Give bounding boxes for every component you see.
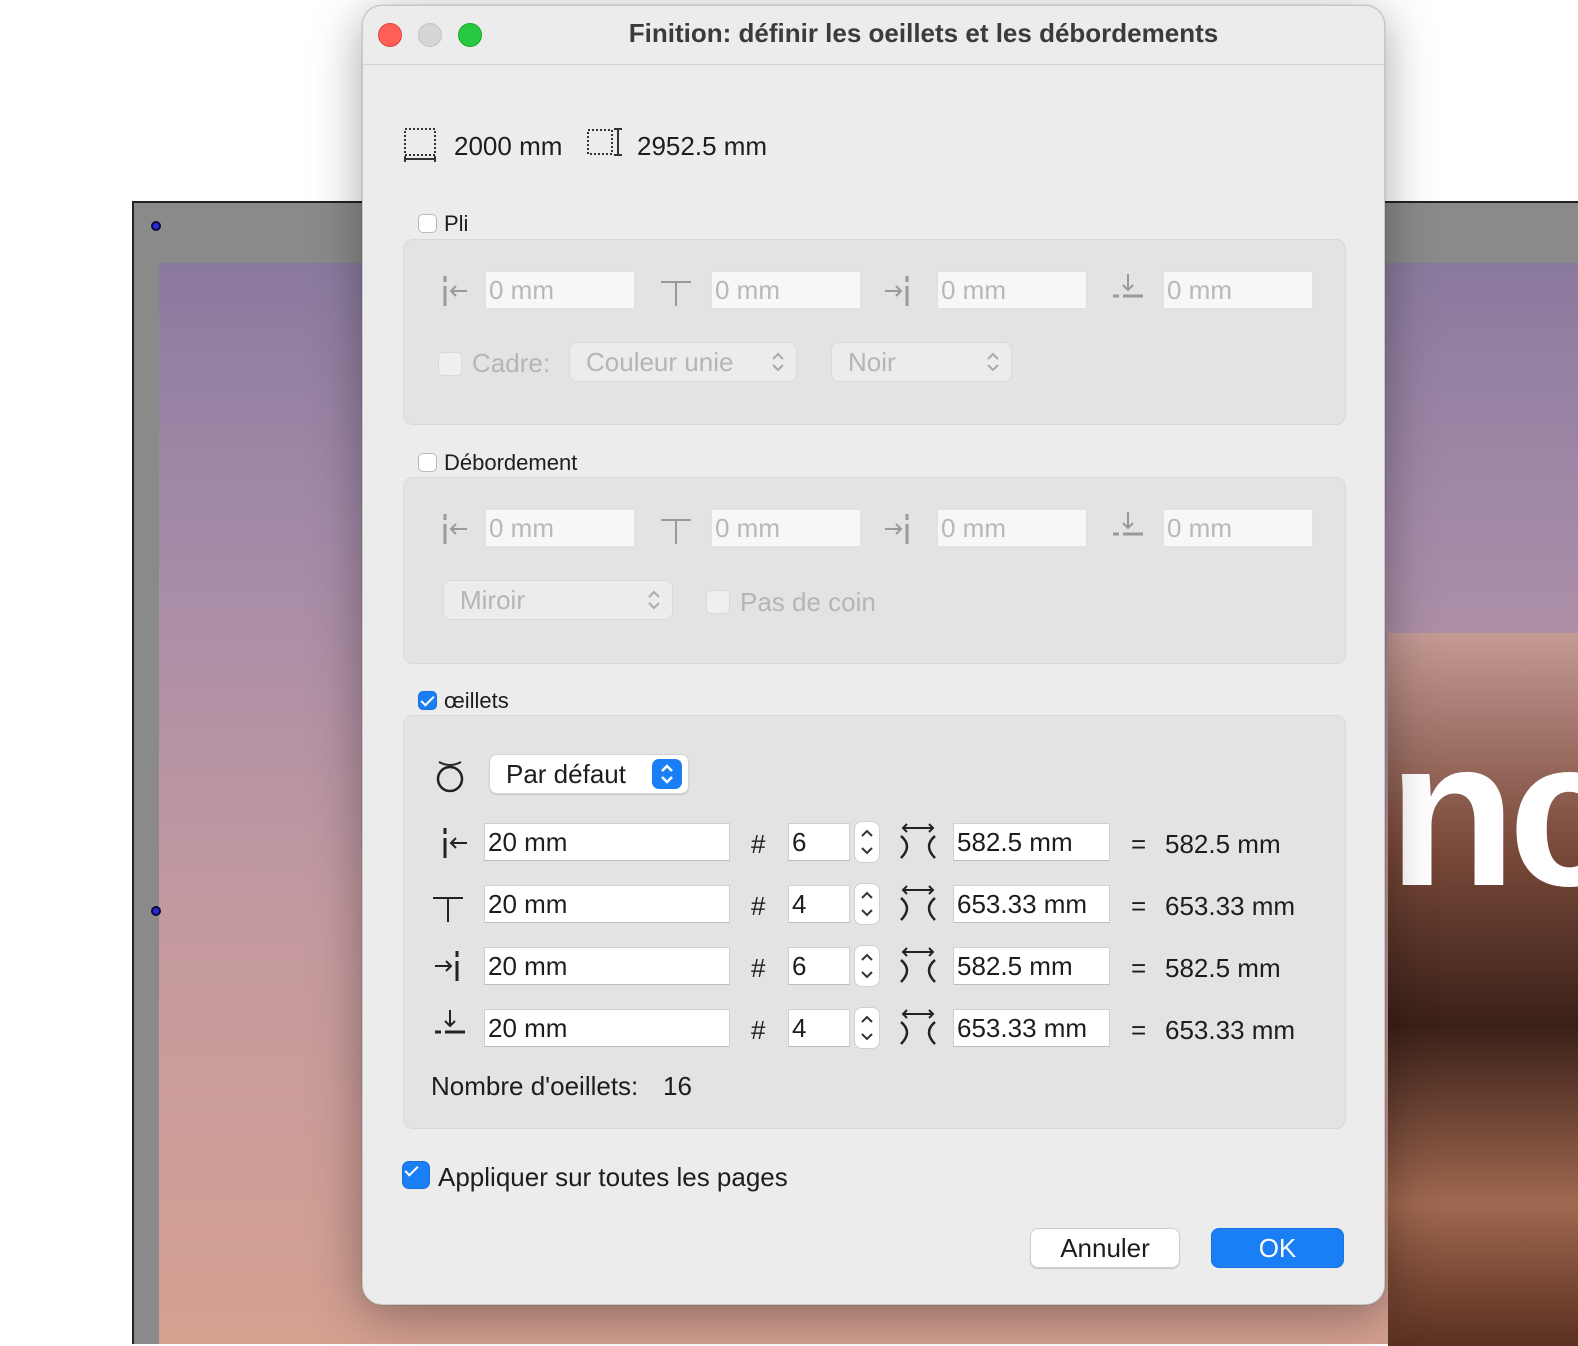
cadre-color-popup[interactable]: Noir: [831, 342, 1012, 382]
grommet-top-result: 653.33 mm: [1165, 891, 1296, 921]
grommet-bottom-spacing-input[interactable]: 653.33 mm: [953, 1009, 1110, 1047]
grommet-top-count-stepper[interactable]: [854, 883, 880, 925]
page-width-value: 2000 mm: [454, 131, 563, 161]
equals-label: =: [1131, 953, 1147, 983]
grommet-total-label: Nombre d'oeillets:: [431, 1071, 639, 1101]
grommet-bottom-count-stepper[interactable]: [854, 1007, 880, 1049]
apply-all-pages-checkbox[interactable]: [402, 1161, 430, 1189]
minimize-window-button[interactable]: [418, 23, 442, 47]
oeillets-checkbox[interactable]: [418, 691, 437, 710]
grommet-left-count-input[interactable]: 6: [788, 823, 850, 861]
grommet-right-result: 582.5 mm: [1165, 953, 1281, 983]
equals-label: =: [1131, 1015, 1147, 1045]
grommet-spacing-icon: [900, 947, 936, 983]
grommet-top-count-input[interactable]: 4: [788, 885, 850, 923]
pli-label: Pli: [444, 211, 469, 236]
debordement-label: Débordement: [444, 450, 578, 475]
pli-panel: [403, 239, 1346, 425]
debordement-top-input[interactable]: 0 mm: [711, 509, 861, 547]
right-margin-icon: [435, 951, 459, 981]
dialog-title: Finition: définir les oeillets et les dé…: [628, 18, 1219, 48]
page-width-icon: [404, 128, 436, 162]
cadre-color-value: Noir: [848, 347, 896, 377]
count-hash-label: #: [751, 891, 766, 921]
right-margin-icon: [885, 276, 909, 306]
close-window-button[interactable]: [378, 23, 402, 47]
cancel-button[interactable]: Annuler: [1030, 1228, 1180, 1268]
selection-handle[interactable]: [151, 221, 161, 231]
grommet-icon: [436, 761, 464, 793]
pli-checkbox[interactable]: [418, 214, 437, 233]
cadre-fill-value: Couleur unie: [586, 347, 734, 377]
pli-right-input[interactable]: 0 mm: [937, 271, 1087, 309]
count-hash-label: #: [751, 953, 766, 983]
grommet-left-result: 582.5 mm: [1165, 829, 1281, 859]
pli-top-input[interactable]: 0 mm: [711, 271, 861, 309]
top-margin-icon: [661, 281, 691, 306]
grommet-style-popup[interactable]: Par défaut: [489, 754, 689, 794]
document-artwork-letters: nc: [1388, 723, 1578, 903]
cadre-fill-popup[interactable]: Couleur unie: [569, 342, 797, 382]
grommet-left-offset-input[interactable]: 20 mm: [484, 823, 730, 861]
selection-handle[interactable]: [151, 906, 161, 916]
no-corner-label: Pas de coin: [740, 587, 876, 617]
pli-bottom-input[interactable]: 0 mm: [1163, 271, 1313, 309]
bleed-mode-value: Miroir: [460, 585, 525, 615]
count-hash-label: #: [751, 829, 766, 859]
grommet-left-count-stepper[interactable]: [854, 821, 880, 863]
bottom-margin-icon: [1113, 512, 1143, 536]
cadre-label: Cadre:: [472, 348, 551, 378]
debordement-bottom-input[interactable]: 0 mm: [1163, 509, 1313, 547]
bleed-mode-popup[interactable]: Miroir: [443, 580, 673, 620]
chevron-updown-icon: [772, 352, 784, 372]
count-hash-label: #: [751, 1015, 766, 1045]
grommet-spacing-icon: [900, 885, 936, 921]
bottom-margin-icon: [1113, 274, 1143, 298]
top-margin-icon: [433, 897, 463, 922]
top-margin-icon: [661, 519, 691, 544]
no-corner-checkbox[interactable]: [706, 590, 730, 614]
grommet-left-spacing-input[interactable]: 582.5 mm: [953, 823, 1110, 861]
ok-button[interactable]: OK: [1211, 1228, 1344, 1268]
equals-label: =: [1131, 829, 1147, 859]
zoom-window-button[interactable]: [458, 23, 482, 47]
cadre-checkbox[interactable]: [438, 352, 462, 376]
grommet-right-count-input[interactable]: 6: [788, 947, 850, 985]
pli-left-input[interactable]: 0 mm: [485, 271, 635, 309]
title-bar: Finition: définir les oeillets et les dé…: [363, 6, 1384, 65]
grommet-style-value: Par défaut: [506, 759, 626, 789]
chevron-updown-icon: [648, 590, 660, 610]
grommet-spacing-icon: [900, 1009, 936, 1045]
grommet-top-spacing-input[interactable]: 653.33 mm: [953, 885, 1110, 923]
oeillets-label: œillets: [444, 688, 509, 713]
grommet-right-offset-input[interactable]: 20 mm: [484, 947, 730, 985]
chevron-updown-icon: [652, 759, 682, 789]
grommet-right-spacing-input[interactable]: 582.5 mm: [953, 947, 1110, 985]
equals-label: =: [1131, 891, 1147, 921]
debordement-right-input[interactable]: 0 mm: [937, 509, 1087, 547]
finishing-dialog: Finition: définir les oeillets et les dé…: [362, 5, 1385, 1305]
chevron-updown-icon: [987, 352, 999, 372]
grommet-bottom-count-input[interactable]: 4: [788, 1009, 850, 1047]
grommet-spacing-icon: [900, 823, 936, 859]
left-margin-icon: [443, 276, 467, 306]
left-margin-icon: [443, 514, 467, 544]
left-margin-icon: [443, 828, 467, 858]
apply-all-pages-label: Appliquer sur toutes les pages: [438, 1162, 788, 1192]
debordement-panel: [403, 477, 1346, 664]
debordement-left-input[interactable]: 0 mm: [485, 509, 635, 547]
grommet-top-offset-input[interactable]: 20 mm: [484, 885, 730, 923]
page-height-icon: [587, 128, 622, 156]
page-height-value: 2952.5 mm: [637, 131, 768, 161]
grommet-bottom-offset-input[interactable]: 20 mm: [484, 1009, 730, 1047]
grommet-total-value: 16: [663, 1071, 692, 1101]
bottom-margin-icon: [435, 1010, 465, 1034]
grommet-right-count-stepper[interactable]: [854, 945, 880, 987]
debordement-checkbox[interactable]: [418, 453, 437, 472]
grommet-bottom-result: 653.33 mm: [1165, 1015, 1296, 1045]
right-margin-icon: [885, 514, 909, 544]
